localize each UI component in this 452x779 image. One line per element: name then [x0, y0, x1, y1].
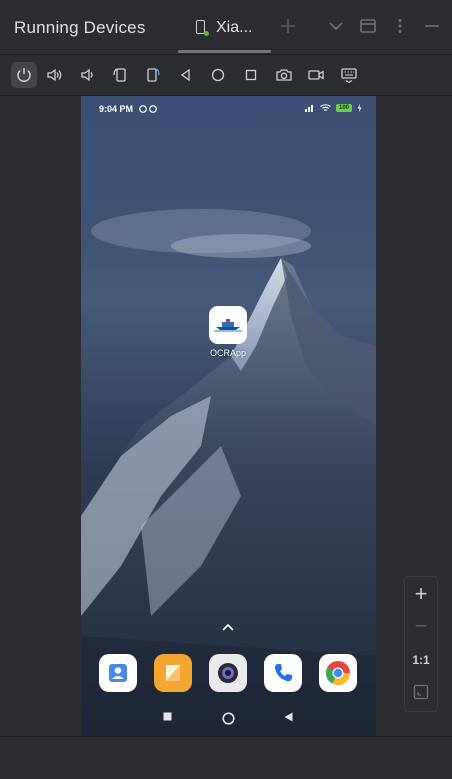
- zoom-in-button[interactable]: +: [405, 578, 437, 610]
- zoom-actual-size-button[interactable]: 1:1: [405, 644, 437, 676]
- chrome-app-icon[interactable]: [319, 654, 357, 692]
- back-triangle-icon: [180, 68, 190, 82]
- rotate-left-icon: [113, 68, 126, 82]
- notes-app-icon[interactable]: [154, 654, 192, 692]
- window-options-icon[interactable]: [358, 16, 378, 36]
- power-icon: [17, 68, 31, 82]
- volume-up-button[interactable]: [42, 62, 68, 88]
- notification-icons: [139, 105, 157, 113]
- active-tab-indicator: [178, 50, 271, 53]
- title-bar: Running Devices Xia...: [0, 0, 452, 54]
- back-button[interactable]: [173, 62, 199, 88]
- screenshot-button[interactable]: [271, 62, 297, 88]
- zoom-fit-button[interactable]: [405, 676, 437, 708]
- keyboard-button[interactable]: [336, 62, 362, 88]
- video-camera-icon: [308, 70, 324, 80]
- volume-down-button[interactable]: [75, 62, 101, 88]
- rotate-right-icon: [147, 68, 160, 82]
- panel-title: Running Devices: [14, 18, 146, 37]
- signal-icon: [305, 105, 313, 112]
- phone-app-icon[interactable]: [264, 654, 302, 692]
- ocrapp-icon: [209, 306, 247, 344]
- volume-up-icon: [47, 68, 62, 82]
- power-button[interactable]: [11, 62, 37, 88]
- volume-down-icon: [81, 68, 93, 82]
- home-button[interactable]: [205, 62, 231, 88]
- rotate-right-button[interactable]: [140, 62, 166, 88]
- phone-screen[interactable]: 9:04 PM 100 OCRApp: [81, 96, 376, 736]
- battery-indicator: 100: [336, 104, 352, 112]
- zoom-controls: + − 1:1: [404, 576, 438, 712]
- status-time: 9:04 PM: [99, 104, 134, 114]
- more-options-icon[interactable]: [390, 16, 410, 36]
- zoom-out-button[interactable]: −: [405, 610, 437, 642]
- contacts-app-icon[interactable]: [99, 654, 137, 692]
- rotate-left-button[interactable]: [107, 62, 133, 88]
- camera-app-icon[interactable]: [209, 654, 247, 692]
- device-display-area: 9:04 PM 100 OCRApp: [0, 96, 452, 736]
- device-tab-label: Xia...: [216, 19, 253, 36]
- minimize-icon[interactable]: [422, 16, 442, 36]
- camera-icon: [276, 69, 292, 81]
- fit-screen-icon: [413, 684, 429, 700]
- wifi-icon: [320, 104, 331, 111]
- status-bar: 9:04 PM 100: [81, 96, 376, 122]
- home-circle-icon[interactable]: [222, 712, 235, 725]
- running-status-dot: [204, 31, 209, 36]
- bottom-bar: [0, 736, 452, 779]
- ocrapp-shortcut[interactable]: OCRApp: [209, 306, 247, 358]
- home-circle-icon: [211, 68, 225, 82]
- overview-button[interactable]: [238, 62, 264, 88]
- recents-square-icon[interactable]: [163, 712, 172, 721]
- app-dock: [81, 654, 376, 694]
- device-toolbar: [0, 55, 452, 95]
- android-nav-bar: [81, 706, 376, 730]
- app-drawer-chevron-icon[interactable]: [221, 622, 235, 632]
- mountain-wallpaper: [81, 209, 376, 736]
- overview-square-icon: [245, 69, 257, 81]
- charging-icon: [357, 104, 362, 112]
- keyboard-icon: [341, 68, 357, 84]
- chevron-down-icon[interactable]: [326, 16, 346, 36]
- device-tab[interactable]: Xia...: [178, 0, 271, 54]
- ocrapp-label: OCRApp: [209, 348, 246, 358]
- back-triangle-icon[interactable]: [284, 712, 293, 722]
- add-tab-icon[interactable]: [278, 16, 298, 36]
- status-icons: 100: [305, 104, 362, 112]
- screen-record-button[interactable]: [303, 62, 329, 88]
